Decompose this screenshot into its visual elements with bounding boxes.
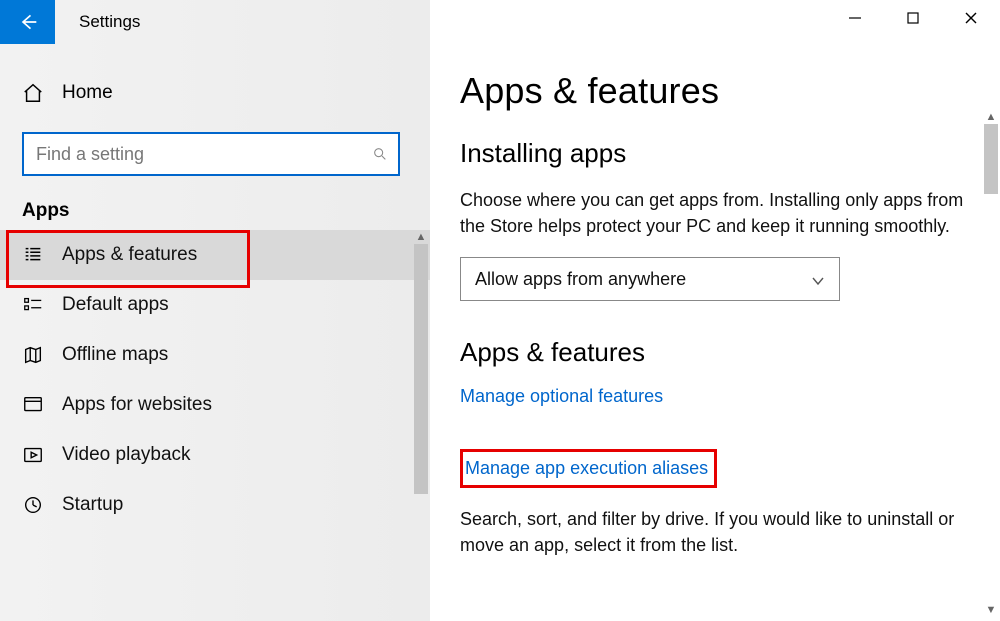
sidebar-section-label: Apps (22, 200, 430, 222)
main-scroll-thumb[interactable] (984, 124, 998, 194)
default-apps-icon (22, 294, 44, 316)
sidebar-home[interactable]: Home (0, 72, 430, 114)
search-box[interactable] (22, 132, 400, 176)
window-title: Settings (79, 12, 140, 32)
sidebar: Settings Home Apps (0, 0, 430, 621)
section-installing-apps-body: Choose where you can get apps from. Inst… (460, 187, 966, 239)
sidebar-item-label: Offline maps (62, 344, 168, 366)
arrow-left-icon (18, 12, 38, 32)
page-title: Apps & features (460, 70, 966, 112)
chevron-down-icon (811, 272, 825, 286)
close-icon (964, 11, 978, 25)
window-controls (826, 0, 1000, 36)
search-input[interactable] (34, 143, 372, 166)
minimize-button[interactable] (826, 0, 884, 36)
main-content: Apps & features Installing apps Choose w… (430, 40, 1000, 558)
maximize-icon (906, 11, 920, 25)
sidebar-body: Home Apps Apps & features (0, 44, 430, 530)
settings-window: Settings Home Apps (0, 0, 1000, 621)
search-wrap (22, 132, 400, 176)
sidebar-item-apps-features[interactable]: Apps & features (0, 230, 430, 280)
app-source-dropdown[interactable]: Allow apps from anywhere (460, 257, 840, 301)
scroll-up-icon[interactable]: ▲ (984, 110, 998, 124)
close-button[interactable] (942, 0, 1000, 36)
scroll-up-icon[interactable]: ▲ (414, 230, 428, 244)
back-button[interactable] (0, 0, 55, 44)
scroll-down-icon[interactable]: ▼ (984, 603, 998, 617)
sidebar-item-startup[interactable]: Startup (0, 480, 430, 530)
section-installing-apps-title: Installing apps (460, 138, 966, 169)
sidebar-item-label: Default apps (62, 294, 169, 316)
sidebar-scrollbar[interactable]: ▲ (414, 230, 428, 570)
link-manage-optional-features[interactable]: Manage optional features (460, 386, 663, 407)
main-scrollbar[interactable]: ▲ ▼ (984, 110, 998, 617)
sidebar-header: Settings (0, 0, 430, 44)
sidebar-item-label: Apps for websites (62, 394, 212, 416)
sidebar-item-label: Startup (62, 494, 123, 516)
section-apps-features-body: Search, sort, and filter by drive. If yo… (460, 506, 966, 558)
sidebar-scroll-thumb[interactable] (414, 244, 428, 494)
main-pane: Apps & features Installing apps Choose w… (430, 0, 1000, 621)
sidebar-nav: Apps & features Default apps Offline map… (0, 230, 430, 530)
sidebar-item-apps-websites[interactable]: Apps for websites (0, 380, 430, 430)
sidebar-item-label: Video playback (62, 444, 191, 466)
section-apps-features: Apps & features Manage optional features… (460, 337, 966, 558)
search-icon (372, 146, 388, 162)
sidebar-item-video-playback[interactable]: Video playback (0, 430, 430, 480)
sidebar-item-offline-maps[interactable]: Offline maps (0, 330, 430, 380)
link-manage-app-execution-aliases[interactable]: Manage app execution aliases (465, 458, 708, 479)
home-icon (22, 82, 44, 104)
apps-features-icon (22, 244, 44, 266)
annotation-highlight-link: Manage app execution aliases (460, 449, 717, 488)
sidebar-item-label: Apps & features (62, 244, 197, 266)
offline-maps-icon (22, 344, 44, 366)
sidebar-item-default-apps[interactable]: Default apps (0, 280, 430, 330)
sidebar-home-label: Home (62, 82, 113, 104)
titlebar (430, 0, 1000, 40)
section-apps-features-title: Apps & features (460, 337, 966, 368)
dropdown-selected-value: Allow apps from anywhere (475, 269, 686, 290)
minimize-icon (848, 11, 862, 25)
apps-websites-icon (22, 394, 44, 416)
maximize-button[interactable] (884, 0, 942, 36)
video-playback-icon (22, 444, 44, 466)
startup-icon (22, 494, 44, 516)
